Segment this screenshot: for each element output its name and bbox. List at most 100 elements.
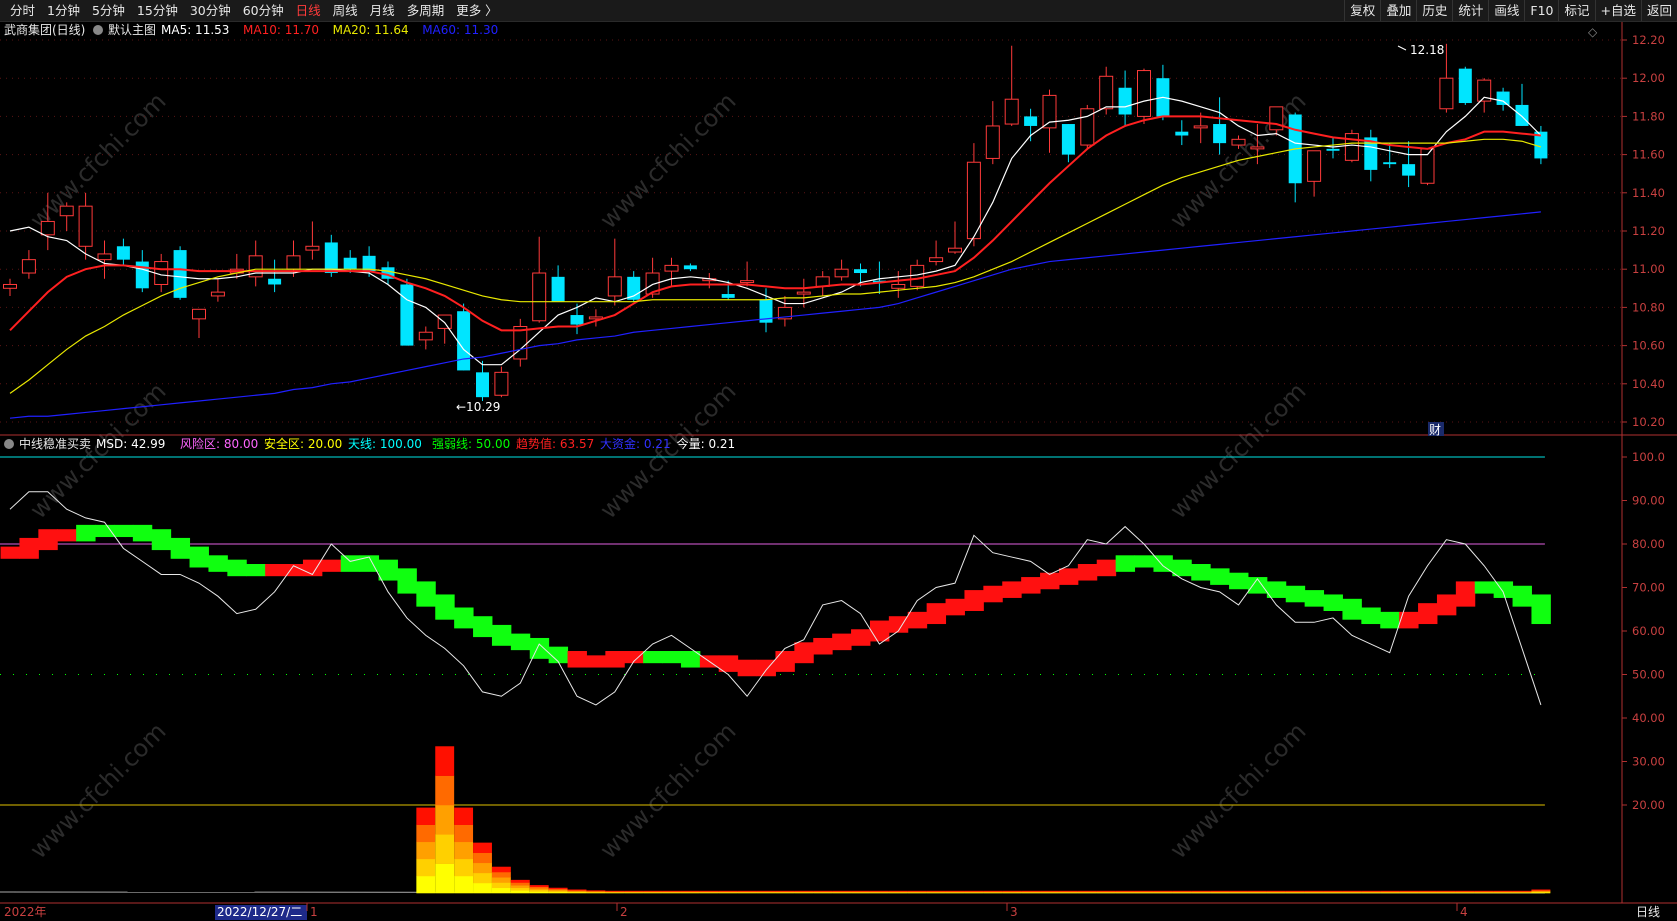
- template-name[interactable]: 默认主图: [108, 22, 156, 37]
- candle-body[interactable]: [400, 284, 414, 346]
- candle-body[interactable]: [929, 257, 944, 263]
- candle-body[interactable]: [418, 331, 433, 341]
- candle-body[interactable]: [948, 247, 962, 253]
- candle-body[interactable]: [343, 257, 357, 270]
- candle-body[interactable]: [1344, 133, 1359, 161]
- volume-segment: [983, 890, 1003, 892]
- candle-body[interactable]: [985, 125, 1000, 159]
- candle-body[interactable]: [476, 372, 489, 398]
- candle-body[interactable]: [268, 278, 282, 285]
- candle-body[interactable]: [1496, 91, 1510, 105]
- trend-block: [1304, 590, 1325, 607]
- candle-body[interactable]: [664, 264, 679, 272]
- month-label: 1: [310, 905, 318, 919]
- candle-body[interactable]: [1307, 150, 1322, 182]
- volume-segment: [435, 775, 455, 806]
- candle-body[interactable]: [116, 246, 130, 260]
- volume-segment: [1455, 890, 1475, 892]
- template-circle-icon[interactable]: [93, 25, 103, 35]
- ma-legend-item: MA5: 11.53: [161, 23, 229, 37]
- candle-body[interactable]: [1004, 98, 1019, 125]
- candle-body[interactable]: [513, 326, 528, 360]
- trend-block: [1323, 594, 1343, 611]
- candle-body[interactable]: [1326, 148, 1340, 151]
- candle-body[interactable]: [570, 315, 584, 325]
- candle-body[interactable]: [721, 294, 735, 298]
- volume-segment: [813, 890, 833, 892]
- trend-block: [473, 616, 493, 638]
- volume-segment: [491, 882, 511, 889]
- indicator-name[interactable]: 中线稳准买卖: [19, 436, 91, 451]
- candle-body[interactable]: [40, 220, 55, 236]
- trend-block: [1493, 581, 1514, 598]
- candle-body[interactable]: [1042, 94, 1057, 129]
- candle-body[interactable]: [324, 242, 338, 274]
- trend-block: [662, 651, 682, 664]
- volume-segment: [586, 890, 606, 892]
- candle-body[interactable]: [437, 314, 452, 329]
- candle-body[interactable]: [1175, 131, 1189, 136]
- candle-body[interactable]: [1515, 104, 1529, 126]
- stock-chart[interactable]: www.cfchi.com www.cfchi.com www.cfchi.com w…: [0, 0, 1677, 921]
- candle-body[interactable]: [796, 291, 811, 295]
- watermark-layer: www.cfchi.com www.cfchi.com www.cfchi.com w…: [24, 87, 1311, 864]
- indicator-tick-label: 60.00: [1632, 624, 1665, 638]
- candle-body[interactable]: [78, 205, 93, 247]
- candle-body[interactable]: [683, 265, 697, 270]
- candle-body[interactable]: [210, 291, 225, 297]
- main-grid: [0, 39, 1622, 423]
- candle-body[interactable]: [286, 255, 301, 270]
- candle-body[interactable]: [192, 308, 206, 320]
- trend-block: [851, 629, 871, 646]
- candle-body[interactable]: [551, 276, 565, 302]
- volume-segment: [605, 890, 625, 892]
- candle-body[interactable]: [135, 261, 149, 289]
- volume-segment: [416, 807, 436, 825]
- candle-body[interactable]: [3, 283, 17, 289]
- candle-body[interactable]: [1383, 162, 1397, 165]
- candle-body[interactable]: [834, 268, 849, 278]
- volume-segment: [1247, 890, 1267, 892]
- candle-body[interactable]: [1137, 70, 1151, 117]
- candle-body[interactable]: [891, 283, 906, 289]
- trend-block: [775, 651, 795, 672]
- candle-body[interactable]: [305, 245, 320, 251]
- candle-body[interactable]: [740, 280, 755, 284]
- candle-body[interactable]: [1024, 116, 1038, 126]
- volume-segment: [1266, 890, 1286, 892]
- candlesticks[interactable]: [3, 43, 1548, 401]
- indicator-circle-icon[interactable]: [4, 439, 14, 449]
- volume-segment: [435, 834, 455, 864]
- trend-block: [1134, 555, 1154, 568]
- volume-segment: [1512, 890, 1532, 892]
- candle-body[interactable]: [97, 253, 112, 261]
- trend-block: [1436, 594, 1457, 616]
- candle-body[interactable]: [59, 205, 74, 217]
- candle-body[interactable]: [607, 276, 622, 297]
- trend-block: [1210, 568, 1230, 585]
- candle-body[interactable]: [966, 161, 981, 240]
- candle-body[interactable]: [1213, 124, 1227, 144]
- volume-segment: [454, 858, 474, 877]
- candle-body[interactable]: [1099, 75, 1114, 110]
- candle-body[interactable]: [21, 259, 36, 274]
- candle-body[interactable]: [532, 272, 547, 322]
- price-tick-label: 11.00: [1632, 262, 1665, 276]
- volume-segment: [510, 882, 530, 886]
- period-label: 日线: [1636, 905, 1660, 919]
- candle-body[interactable]: [1118, 87, 1132, 115]
- diamond-icon[interactable]: ◇: [1588, 25, 1598, 39]
- candle-body[interactable]: [457, 311, 471, 371]
- candle-body[interactable]: [1250, 146, 1265, 150]
- candle-body[interactable]: [1458, 68, 1472, 104]
- price-tick-label: 10.40: [1632, 377, 1665, 391]
- candle-body[interactable]: [1439, 77, 1454, 110]
- candle-body[interactable]: [1061, 124, 1075, 155]
- month-label: 3: [1010, 905, 1018, 919]
- indicator-tick-label: 40.00: [1632, 711, 1665, 725]
- candle-body[interactable]: [1231, 138, 1246, 146]
- candle-body[interactable]: [494, 371, 509, 396]
- candle-body[interactable]: [854, 269, 867, 274]
- candle-body[interactable]: [1402, 164, 1416, 176]
- candle-body[interactable]: [1193, 125, 1208, 129]
